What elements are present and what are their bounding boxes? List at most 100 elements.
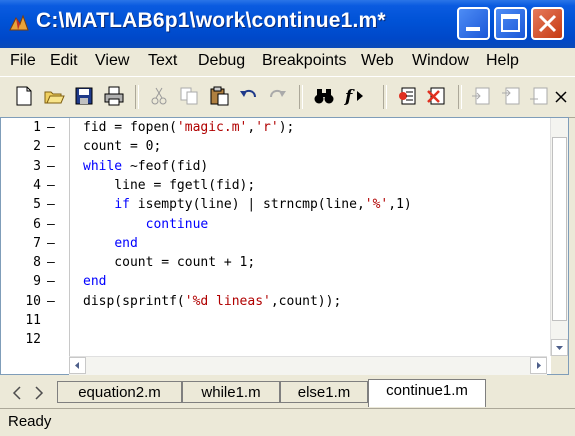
code-line[interactable]: continue (83, 216, 209, 236)
clear-breakpoints-icon[interactable] (425, 85, 447, 107)
code-token: ,1) (388, 197, 412, 213)
open-folder-icon[interactable] (43, 85, 65, 107)
code-line[interactable]: fid = fopen('magic.m','r'); (83, 120, 294, 139)
set-breakpoint-icon[interactable] (396, 85, 418, 107)
toolbar-close-icon[interactable] (553, 85, 575, 107)
code-line[interactable]: if isempty(line) | strncmp(line,'%',1) (83, 197, 412, 216)
menu-web[interactable]: Web (361, 52, 394, 70)
string-token: 'r' (255, 120, 279, 135)
breakpoint-marker[interactable]: – (47, 255, 55, 270)
step-icon[interactable] (470, 85, 492, 107)
vertical-scrollbar[interactable] (550, 118, 568, 356)
tab-equation2[interactable]: equation2.m (57, 381, 182, 403)
menu-window[interactable]: Window (412, 52, 469, 70)
code-token: count = count + 1; (83, 255, 256, 271)
code-line[interactable]: count = 0; (83, 139, 161, 158)
line-number-row[interactable]: 12 (1, 332, 69, 351)
tab-while1[interactable]: while1.m (182, 381, 280, 403)
line-number-row[interactable]: 2– (1, 139, 69, 158)
maximize-button[interactable] (494, 7, 527, 40)
tab-scroll-right-icon[interactable] (30, 384, 48, 402)
find-binoculars-icon[interactable] (313, 85, 335, 107)
code-line[interactable]: end (83, 274, 106, 293)
line-number: 10 (25, 293, 41, 309)
line-number-row[interactable]: 7– (1, 236, 69, 255)
menu-breakpoints[interactable]: Breakpoints (262, 52, 347, 70)
code-line[interactable]: line = fgetl(fid); (83, 178, 255, 197)
breakpoint-marker[interactable]: – (47, 120, 55, 135)
breakpoint-marker[interactable]: – (47, 294, 55, 309)
code-line[interactable]: count = count + 1; (83, 255, 255, 274)
line-number: 3 (33, 158, 41, 174)
line-number-row[interactable]: 4– (1, 178, 69, 197)
menu-help[interactable]: Help (486, 52, 519, 70)
function-icon[interactable]: f (343, 85, 365, 107)
step-in-icon[interactable] (500, 85, 522, 107)
line-number-row[interactable]: 5– (1, 197, 69, 216)
scroll-right-button[interactable] (530, 357, 547, 374)
matlab-app-icon[interactable] (8, 12, 30, 34)
code-token: ~feof(fid) (122, 158, 209, 174)
breakpoint-marker[interactable]: – (47, 274, 55, 289)
title-bar[interactable]: C:\MATLAB6p1\work\continue1.m* (0, 0, 575, 48)
line-number-row[interactable]: 11 (1, 313, 69, 332)
line-number-row[interactable]: 9– (1, 274, 69, 293)
close-button[interactable] (531, 7, 564, 40)
line-number-row[interactable]: 3– (1, 159, 69, 178)
breakpoint-marker[interactable]: – (47, 197, 55, 212)
line-number-gutter[interactable]: 1–2–3–4–5–6–7–8–9–10–11 12 (1, 118, 70, 356)
copy-icon[interactable] (178, 85, 200, 107)
menu-edit[interactable]: Edit (50, 52, 78, 70)
line-number: 4 (33, 177, 41, 193)
breakpoint-marker[interactable]: – (47, 139, 55, 154)
minimize-button[interactable] (457, 7, 490, 40)
svg-text:f: f (344, 87, 355, 107)
save-icon[interactable] (73, 85, 95, 107)
line-number-row[interactable]: 8– (1, 255, 69, 274)
paste-icon[interactable] (208, 85, 230, 107)
horizontal-scrollbar[interactable] (69, 356, 547, 375)
breakpoint-marker[interactable]: – (47, 236, 55, 251)
redo-icon[interactable] (266, 85, 288, 107)
undo-icon[interactable] (238, 85, 260, 107)
toolbar-separator (299, 85, 303, 109)
breakpoint-marker[interactable]: – (47, 178, 55, 193)
toolbar-separator (458, 85, 462, 109)
menu-bar: File Edit View Text Debug Breakpoints We… (0, 48, 575, 74)
code-token: line = fgetl(fid); (83, 177, 256, 193)
menu-file[interactable]: File (10, 52, 36, 70)
tab-continue1[interactable]: continue1.m (368, 379, 486, 407)
code-line[interactable]: disp(sprintf('%d lineas',count)); (83, 294, 341, 313)
code-token: disp(sprintf( (83, 293, 185, 309)
line-number: 8 (33, 255, 41, 271)
keyword-token: end (83, 274, 107, 290)
new-file-icon[interactable] (13, 85, 35, 107)
cut-icon[interactable] (148, 85, 170, 107)
vertical-scroll-thumb[interactable] (552, 137, 567, 321)
scroll-down-button[interactable] (551, 339, 568, 356)
breakpoint-marker[interactable]: – (47, 159, 55, 174)
scroll-left-button[interactable] (69, 357, 86, 374)
code-area[interactable]: fid = fopen('magic.m','r'); count = 0; whi… (83, 118, 547, 356)
menu-text[interactable]: Text (148, 52, 177, 70)
toolbar: f (0, 76, 575, 118)
tab-scroll-left-icon[interactable] (8, 384, 26, 402)
code-line[interactable]: while ~feof(fid) (83, 159, 208, 178)
line-number-row[interactable]: 10– (1, 294, 69, 313)
step-out-icon[interactable] (528, 85, 550, 107)
breakpoint-marker[interactable]: – (47, 217, 55, 232)
tab-else1[interactable]: else1.m (280, 381, 368, 403)
print-icon[interactable] (103, 85, 125, 107)
menu-view[interactable]: View (95, 52, 129, 70)
line-number: 12 (25, 332, 41, 348)
line-number-row[interactable]: 1– (1, 120, 69, 139)
keyword-token: while (83, 158, 123, 174)
menu-debug[interactable]: Debug (198, 52, 245, 70)
code-editor[interactable]: 1–2–3–4–5–6–7–8–9–10–11 12 fid = fopen('m… (0, 117, 569, 375)
status-text: Ready (8, 413, 52, 430)
keyword-token: continue (145, 216, 209, 232)
line-number-row[interactable]: 6– (1, 217, 69, 236)
code-line[interactable]: end (83, 236, 137, 255)
